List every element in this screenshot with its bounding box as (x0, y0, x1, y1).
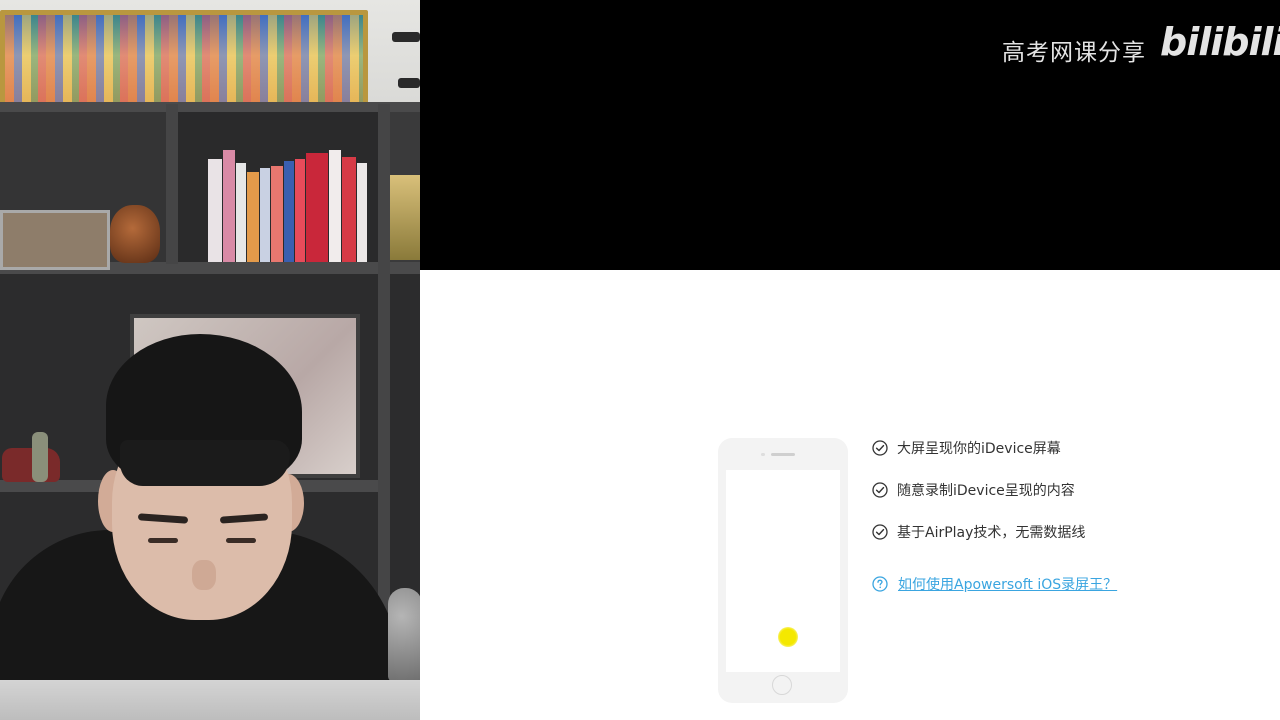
help-link-text[interactable]: 如何使用Apowersoft iOS录屏王？ (898, 574, 1117, 594)
feature-item: 大屏呈现你的iDevice屏幕 (872, 438, 1061, 458)
question-circle-icon (872, 576, 888, 592)
phone-speaker (771, 453, 795, 456)
figurine (390, 175, 420, 260)
book (329, 150, 341, 262)
bilibili-logo: bilibili (1160, 20, 1280, 64)
figurine (110, 205, 160, 263)
book (260, 167, 270, 262)
help-link[interactable]: 如何使用Apowersoft iOS录屏王？ (872, 574, 1117, 594)
channel-watermark: 高考网课分享 (1002, 40, 1146, 66)
phone-camera (761, 453, 765, 456)
group-photo-frame (0, 10, 368, 110)
webcam-feed (0, 0, 420, 720)
book (223, 150, 235, 262)
book (208, 158, 222, 262)
person-nose (192, 560, 216, 590)
feature-item: 基于AirPlay技术，无需数据线 (872, 522, 1085, 542)
book (271, 165, 283, 262)
wall-hook (398, 78, 420, 88)
book (342, 156, 356, 262)
desk-edge (0, 680, 420, 720)
check-circle-icon (872, 524, 888, 540)
book (236, 163, 246, 262)
framed-photo (0, 210, 110, 270)
book-row (208, 150, 368, 262)
book (284, 161, 294, 262)
book (306, 153, 328, 262)
book (247, 172, 259, 262)
cursor-highlight (778, 627, 798, 647)
phone-home-button (772, 675, 792, 695)
book (357, 163, 367, 262)
feature-text: 基于AirPlay技术，无需数据线 (897, 525, 1086, 541)
feature-text: 随意录制iDevice呈现的内容 (897, 483, 1075, 499)
wall-hook (392, 32, 420, 42)
toy-car (2, 448, 60, 482)
person-hair (120, 440, 290, 486)
person-eye (148, 538, 178, 543)
figurine (32, 432, 48, 482)
video-top-panel: 高考网课分享 bilibili (420, 0, 1280, 270)
book (295, 158, 305, 262)
feature-item: 随意录制iDevice呈现的内容 (872, 480, 1075, 500)
check-circle-icon (872, 440, 888, 456)
shelf-divider (166, 104, 178, 264)
person-eye (226, 538, 256, 543)
phone-illustration (718, 438, 848, 703)
shelf-board (0, 102, 420, 112)
microphone (388, 588, 420, 682)
airplay-connect-panel: 大屏呈现你的iDevice屏幕 随意录制iDevice呈现的内容 基于AirPl… (420, 270, 1280, 720)
feature-text: 大屏呈现你的iDevice屏幕 (897, 441, 1061, 457)
check-circle-icon (872, 482, 888, 498)
